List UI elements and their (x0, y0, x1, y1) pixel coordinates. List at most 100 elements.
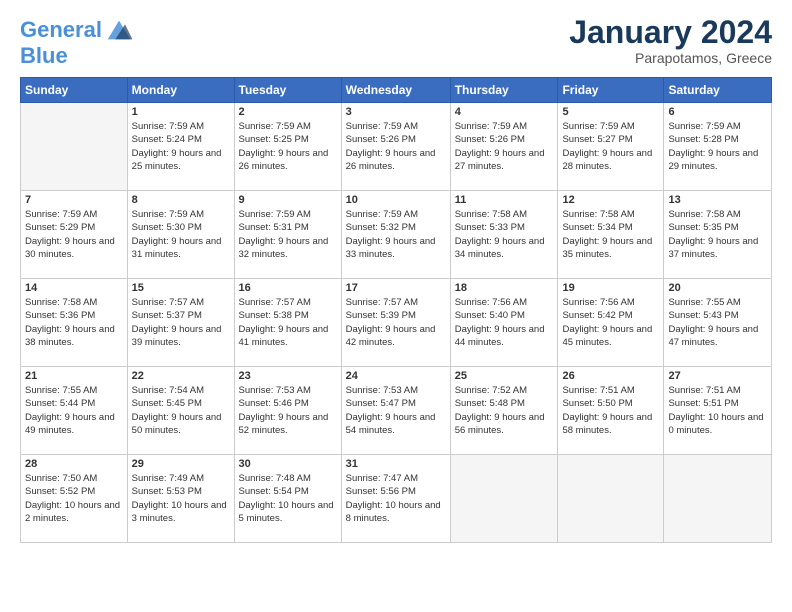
calendar-week-5: 28Sunrise: 7:50 AMSunset: 5:52 PMDayligh… (21, 455, 772, 543)
day-number: 25 (455, 370, 554, 382)
day-info: Sunrise: 7:51 AMSunset: 5:50 PMDaylight:… (562, 384, 659, 437)
day-number: 19 (562, 282, 659, 294)
day-number: 15 (132, 282, 230, 294)
day-number: 20 (668, 282, 767, 294)
calendar-week-1: 1Sunrise: 7:59 AMSunset: 5:24 PMDaylight… (21, 103, 772, 191)
calendar-cell: 6Sunrise: 7:59 AMSunset: 5:28 PMDaylight… (664, 103, 772, 191)
day-number: 4 (455, 106, 554, 118)
calendar-cell (450, 455, 558, 543)
day-number: 6 (668, 106, 767, 118)
day-number: 31 (346, 458, 446, 470)
day-number: 30 (239, 458, 337, 470)
day-number: 29 (132, 458, 230, 470)
day-info: Sunrise: 7:59 AMSunset: 5:24 PMDaylight:… (132, 120, 230, 173)
day-info: Sunrise: 7:55 AMSunset: 5:44 PMDaylight:… (25, 384, 123, 437)
calendar-cell: 29 Sunrise: 7:49 AMSunset: 5:53 PMDayligh… (127, 455, 234, 543)
day-info: Sunrise: 7:59 AMSunset: 5:26 PMDaylight:… (346, 120, 446, 173)
day-number: 18 (455, 282, 554, 294)
calendar-week-3: 14Sunrise: 7:58 AMSunset: 5:36 PMDayligh… (21, 279, 772, 367)
calendar-cell (558, 455, 664, 543)
calendar-cell: 20 Sunrise: 7:55 AMSunset: 5:43 PMDayligh… (664, 279, 772, 367)
logo: General Blue (20, 15, 134, 67)
calendar-cell: 7 Sunrise: 7:59 AMSunset: 5:29 PMDaylight… (21, 191, 128, 279)
calendar-header-row: SundayMondayTuesdayWednesdayThursdayFrid… (21, 78, 772, 103)
calendar-cell: 13Sunrise: 7:58 AMSunset: 5:35 PMDayligh… (664, 191, 772, 279)
day-info: Sunrise: 7:53 AMSunset: 5:47 PMDaylight:… (346, 384, 446, 437)
calendar-cell: 11Sunrise: 7:58 AMSunset: 5:33 PMDayligh… (450, 191, 558, 279)
day-number: 27 (668, 370, 767, 382)
day-number: 12 (562, 194, 659, 206)
day-info: Sunrise: 7:59 AMSunset: 5:27 PMDaylight:… (562, 120, 659, 173)
calendar-cell: 27Sunrise: 7:51 AMSunset: 5:51 PMDayligh… (664, 367, 772, 455)
calendar-week-2: 7 Sunrise: 7:59 AMSunset: 5:29 PMDaylight… (21, 191, 772, 279)
calendar-cell: 10Sunrise: 7:59 AMSunset: 5:32 PMDayligh… (341, 191, 450, 279)
day-info: Sunrise: 7:55 AMSunset: 5:43 PMDaylight:… (668, 296, 767, 349)
day-number: 11 (455, 194, 554, 206)
day-info: Sunrise: 7:59 AMSunset: 5:30 PMDaylight:… (132, 208, 230, 261)
page-container: General Blue January 2024 Parapotamos, G… (0, 0, 792, 553)
day-number: 3 (346, 106, 446, 118)
calendar-cell: 9 Sunrise: 7:59 AMSunset: 5:31 PMDaylight… (234, 191, 341, 279)
day-number: 7 (25, 194, 123, 206)
logo-text: General (20, 19, 102, 41)
calendar-cell: 22Sunrise: 7:54 AMSunset: 5:45 PMDayligh… (127, 367, 234, 455)
calendar-header-sunday: Sunday (21, 78, 128, 103)
logo-blue: Blue (20, 45, 134, 67)
calendar-cell: 2 Sunrise: 7:59 AMSunset: 5:25 PMDaylight… (234, 103, 341, 191)
calendar-cell: 23 Sunrise: 7:53 AMSunset: 5:46 PMDayligh… (234, 367, 341, 455)
calendar-cell: 3 Sunrise: 7:59 AMSunset: 5:26 PMDaylight… (341, 103, 450, 191)
calendar-cell: 31Sunrise: 7:47 AMSunset: 5:56 PMDayligh… (341, 455, 450, 543)
calendar-cell: 4 Sunrise: 7:59 AMSunset: 5:26 PMDaylight… (450, 103, 558, 191)
day-info: Sunrise: 7:56 AMSunset: 5:42 PMDaylight:… (562, 296, 659, 349)
calendar-cell: 21 Sunrise: 7:55 AMSunset: 5:44 PMDayligh… (21, 367, 128, 455)
day-info: Sunrise: 7:58 AMSunset: 5:36 PMDaylight:… (25, 296, 123, 349)
day-info: Sunrise: 7:53 AMSunset: 5:46 PMDaylight:… (239, 384, 337, 437)
day-number: 10 (346, 194, 446, 206)
day-number: 8 (132, 194, 230, 206)
calendar-cell: 15Sunrise: 7:57 AMSunset: 5:37 PMDayligh… (127, 279, 234, 367)
day-info: Sunrise: 7:59 AMSunset: 5:26 PMDaylight:… (455, 120, 554, 173)
calendar-cell: 5 Sunrise: 7:59 AMSunset: 5:27 PMDaylight… (558, 103, 664, 191)
day-info: Sunrise: 7:58 AMSunset: 5:35 PMDaylight:… (668, 208, 767, 261)
day-number: 2 (239, 106, 337, 118)
day-info: Sunrise: 7:57 AMSunset: 5:38 PMDaylight:… (239, 296, 337, 349)
location: Parapotamos, Greece (569, 50, 772, 66)
calendar-cell: 28Sunrise: 7:50 AMSunset: 5:52 PMDayligh… (21, 455, 128, 543)
calendar-header-monday: Monday (127, 78, 234, 103)
calendar-cell (664, 455, 772, 543)
title-block: January 2024 Parapotamos, Greece (569, 15, 772, 66)
day-info: Sunrise: 7:59 AMSunset: 5:29 PMDaylight:… (25, 208, 123, 261)
calendar-cell: 17Sunrise: 7:57 AMSunset: 5:39 PMDayligh… (341, 279, 450, 367)
calendar-header-wednesday: Wednesday (341, 78, 450, 103)
day-number: 23 (239, 370, 337, 382)
calendar-cell: 24 Sunrise: 7:53 AMSunset: 5:47 PMDayligh… (341, 367, 450, 455)
day-info: Sunrise: 7:49 AMSunset: 5:53 PMDaylight:… (132, 472, 230, 525)
calendar-cell: 16Sunrise: 7:57 AMSunset: 5:38 PMDayligh… (234, 279, 341, 367)
calendar-cell: 1Sunrise: 7:59 AMSunset: 5:24 PMDaylight… (127, 103, 234, 191)
calendar-cell: 25 Sunrise: 7:52 AMSunset: 5:48 PMDayligh… (450, 367, 558, 455)
calendar-header-friday: Friday (558, 78, 664, 103)
calendar-cell: 26 Sunrise: 7:51 AMSunset: 5:50 PMDayligh… (558, 367, 664, 455)
calendar-cell: 30 Sunrise: 7:48 AMSunset: 5:54 PMDayligh… (234, 455, 341, 543)
day-info: Sunrise: 7:50 AMSunset: 5:52 PMDaylight:… (25, 472, 123, 525)
day-info: Sunrise: 7:59 AMSunset: 5:31 PMDaylight:… (239, 208, 337, 261)
day-info: Sunrise: 7:59 AMSunset: 5:25 PMDaylight:… (239, 120, 337, 173)
calendar-week-4: 21 Sunrise: 7:55 AMSunset: 5:44 PMDayligh… (21, 367, 772, 455)
calendar-header-thursday: Thursday (450, 78, 558, 103)
day-number: 22 (132, 370, 230, 382)
day-number: 26 (562, 370, 659, 382)
calendar-cell: 12Sunrise: 7:58 AMSunset: 5:34 PMDayligh… (558, 191, 664, 279)
logo-icon (104, 15, 134, 45)
day-info: Sunrise: 7:56 AMSunset: 5:40 PMDaylight:… (455, 296, 554, 349)
day-number: 21 (25, 370, 123, 382)
day-number: 5 (562, 106, 659, 118)
day-info: Sunrise: 7:48 AMSunset: 5:54 PMDaylight:… (239, 472, 337, 525)
calendar-cell: 14Sunrise: 7:58 AMSunset: 5:36 PMDayligh… (21, 279, 128, 367)
header: General Blue January 2024 Parapotamos, G… (20, 15, 772, 67)
month-title: January 2024 (569, 15, 772, 50)
day-info: Sunrise: 7:57 AMSunset: 5:39 PMDaylight:… (346, 296, 446, 349)
day-info: Sunrise: 7:52 AMSunset: 5:48 PMDaylight:… (455, 384, 554, 437)
day-number: 9 (239, 194, 337, 206)
day-number: 24 (346, 370, 446, 382)
calendar-cell: 8 Sunrise: 7:59 AMSunset: 5:30 PMDaylight… (127, 191, 234, 279)
